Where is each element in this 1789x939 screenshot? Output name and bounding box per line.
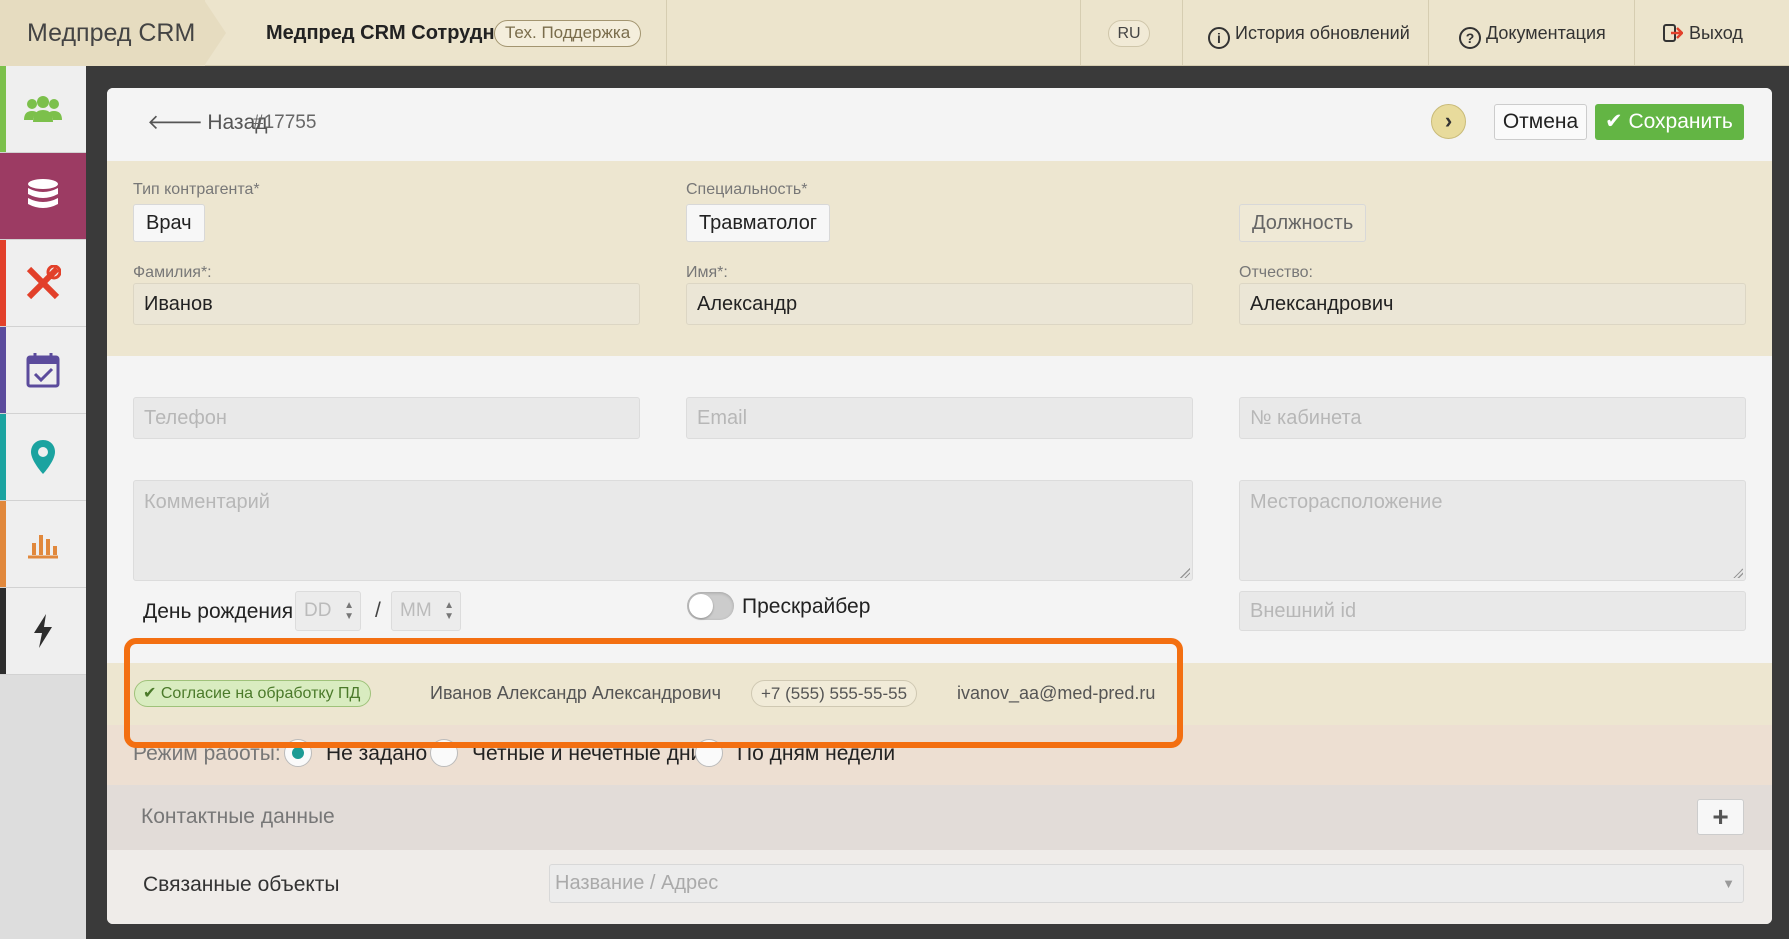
next-record-button[interactable]: ›	[1431, 104, 1466, 139]
logout-link[interactable]: Выход	[1663, 0, 1743, 66]
date-separator: /	[375, 599, 381, 622]
sidebar-stripe	[0, 588, 6, 674]
phone-input[interactable]: Телефон	[133, 397, 640, 439]
back-button[interactable]: 🡐 Назад	[147, 110, 268, 135]
edit-panel: 🡐 Назад #17755 › Отмена ✔ Сохранить Тип к…	[107, 88, 1772, 924]
toggle-knob	[689, 594, 713, 618]
specialty-label: Специальность*	[686, 181, 808, 198]
sidebar-stripe	[0, 327, 6, 413]
external-id-input[interactable]: Внешний id	[1239, 591, 1746, 631]
chevron-down-icon: ▼	[1722, 876, 1735, 891]
linked-objects-label: Связанные объекты	[143, 873, 340, 896]
sidebar-item-map[interactable]	[0, 414, 86, 501]
history-label: История обновлений	[1235, 23, 1410, 43]
resize-handle-icon[interactable]	[1733, 568, 1743, 578]
position-button[interactable]: Должность	[1239, 204, 1367, 242]
top-header: Медпред CRM Медпред CRM Сотрудник Тех. П…	[0, 0, 1789, 66]
sidebar-stripe	[0, 66, 6, 152]
location-textarea[interactable]: Месторасположение	[1239, 480, 1746, 581]
sidebar	[0, 66, 86, 939]
prescriber-label: Прескрайбер	[742, 595, 871, 618]
bar-chart-icon	[28, 535, 58, 559]
email-input[interactable]: Email	[686, 397, 1193, 439]
check-icon: ✔	[1605, 110, 1623, 133]
docs-label: Документация	[1486, 23, 1606, 43]
linked-objects-select[interactable]: Название / Адрес ▼	[549, 864, 1744, 903]
panel-toolbar: 🡐 Назад #17755 › Отмена ✔ Сохранить	[107, 88, 1772, 161]
cabinet-input[interactable]: № кабинета	[1239, 397, 1746, 439]
users-icon	[24, 96, 62, 122]
support-badge[interactable]: Тех. Поддержка	[494, 20, 642, 47]
docs-link[interactable]: ? Документация	[1459, 0, 1606, 66]
sidebar-stripe	[0, 240, 6, 326]
header-divider	[1428, 0, 1429, 66]
lightning-icon	[34, 614, 52, 648]
save-button[interactable]: ✔ Сохранить	[1595, 104, 1744, 140]
help-icon: ?	[1459, 27, 1481, 49]
calendar-check-icon	[26, 353, 60, 388]
last-name-input[interactable]: Иванов	[133, 283, 640, 325]
brand-logo[interactable]: Медпред CRM	[0, 0, 205, 66]
highlight-frame	[124, 638, 1183, 748]
spinner-arrows-icon[interactable]: ▲ ▼	[444, 600, 454, 622]
header-divider	[1182, 0, 1183, 66]
sidebar-stripe	[0, 501, 6, 587]
birthday-day-input[interactable]: DD ▲ ▼	[295, 591, 361, 631]
contacts-section: Контактные данные +	[107, 785, 1772, 850]
tools-icon	[26, 265, 61, 300]
type-select[interactable]: Врач	[133, 204, 205, 242]
sidebar-item-actions[interactable]	[0, 588, 86, 675]
sidebar-item-contacts[interactable]	[0, 66, 86, 153]
add-contact-button[interactable]: +	[1697, 799, 1744, 835]
patronymic-label: Отчество:	[1239, 264, 1313, 281]
birthday-month-input[interactable]: MM ▲ ▼	[391, 591, 461, 631]
map-pin-icon	[31, 440, 55, 474]
patronymic-input[interactable]: Александрович	[1239, 283, 1746, 325]
sidebar-item-database[interactable]	[0, 153, 86, 240]
header-divider	[1080, 0, 1081, 66]
last-name-label: Фамилия*:	[133, 264, 212, 281]
save-label: Сохранить	[1628, 110, 1733, 133]
arrow-left-icon: 🡐	[147, 111, 204, 134]
spinner-arrows-icon[interactable]: ▲ ▼	[344, 600, 354, 622]
linked-objects-placeholder: Название / Адрес	[555, 872, 719, 894]
sidebar-stripe	[0, 414, 6, 500]
birthday-label: День рождения:	[143, 600, 299, 623]
comment-placeholder: Комментарий	[144, 491, 270, 513]
day-placeholder: DD	[304, 600, 332, 621]
header-divider	[666, 0, 667, 66]
database-icon	[28, 179, 58, 208]
month-placeholder: MM	[400, 600, 432, 621]
sidebar-item-calendar[interactable]	[0, 327, 86, 414]
first-name-input[interactable]: Александр	[686, 283, 1193, 325]
record-id: #17755	[253, 112, 317, 133]
brand-arrow	[204, 0, 226, 66]
logout-label: Выход	[1689, 23, 1743, 43]
sidebar-item-reports[interactable]	[0, 501, 86, 588]
contacts-label: Контактные данные	[141, 805, 335, 828]
specialty-select[interactable]: Травматолог	[686, 204, 831, 242]
plus-icon: +	[1712, 801, 1729, 832]
history-link[interactable]: i История обновлений	[1208, 0, 1410, 66]
sidebar-item-tools[interactable]	[0, 240, 86, 327]
prescriber-toggle[interactable]	[687, 592, 734, 620]
logout-icon	[1663, 24, 1683, 42]
first-name-label: Имя*:	[686, 264, 728, 281]
chevron-right-icon: ›	[1444, 108, 1453, 133]
info-icon: i	[1208, 27, 1230, 49]
language-switch[interactable]: RU	[1108, 20, 1150, 47]
comment-textarea[interactable]: Комментарий	[133, 480, 1193, 581]
linked-objects-section: Связанные объекты Название / Адрес ▼	[107, 850, 1772, 924]
app-title: Медпред CRM Сотрудник	[266, 22, 517, 44]
location-placeholder: Месторасположение	[1250, 491, 1443, 513]
main-fields-section: Тип контрагента* Врач Специальность* Тра…	[107, 161, 1772, 356]
cancel-button[interactable]: Отмена	[1494, 104, 1587, 140]
resize-handle-icon[interactable]	[1180, 568, 1190, 578]
header-divider	[1634, 0, 1635, 66]
type-label: Тип контрагента*	[133, 181, 260, 198]
